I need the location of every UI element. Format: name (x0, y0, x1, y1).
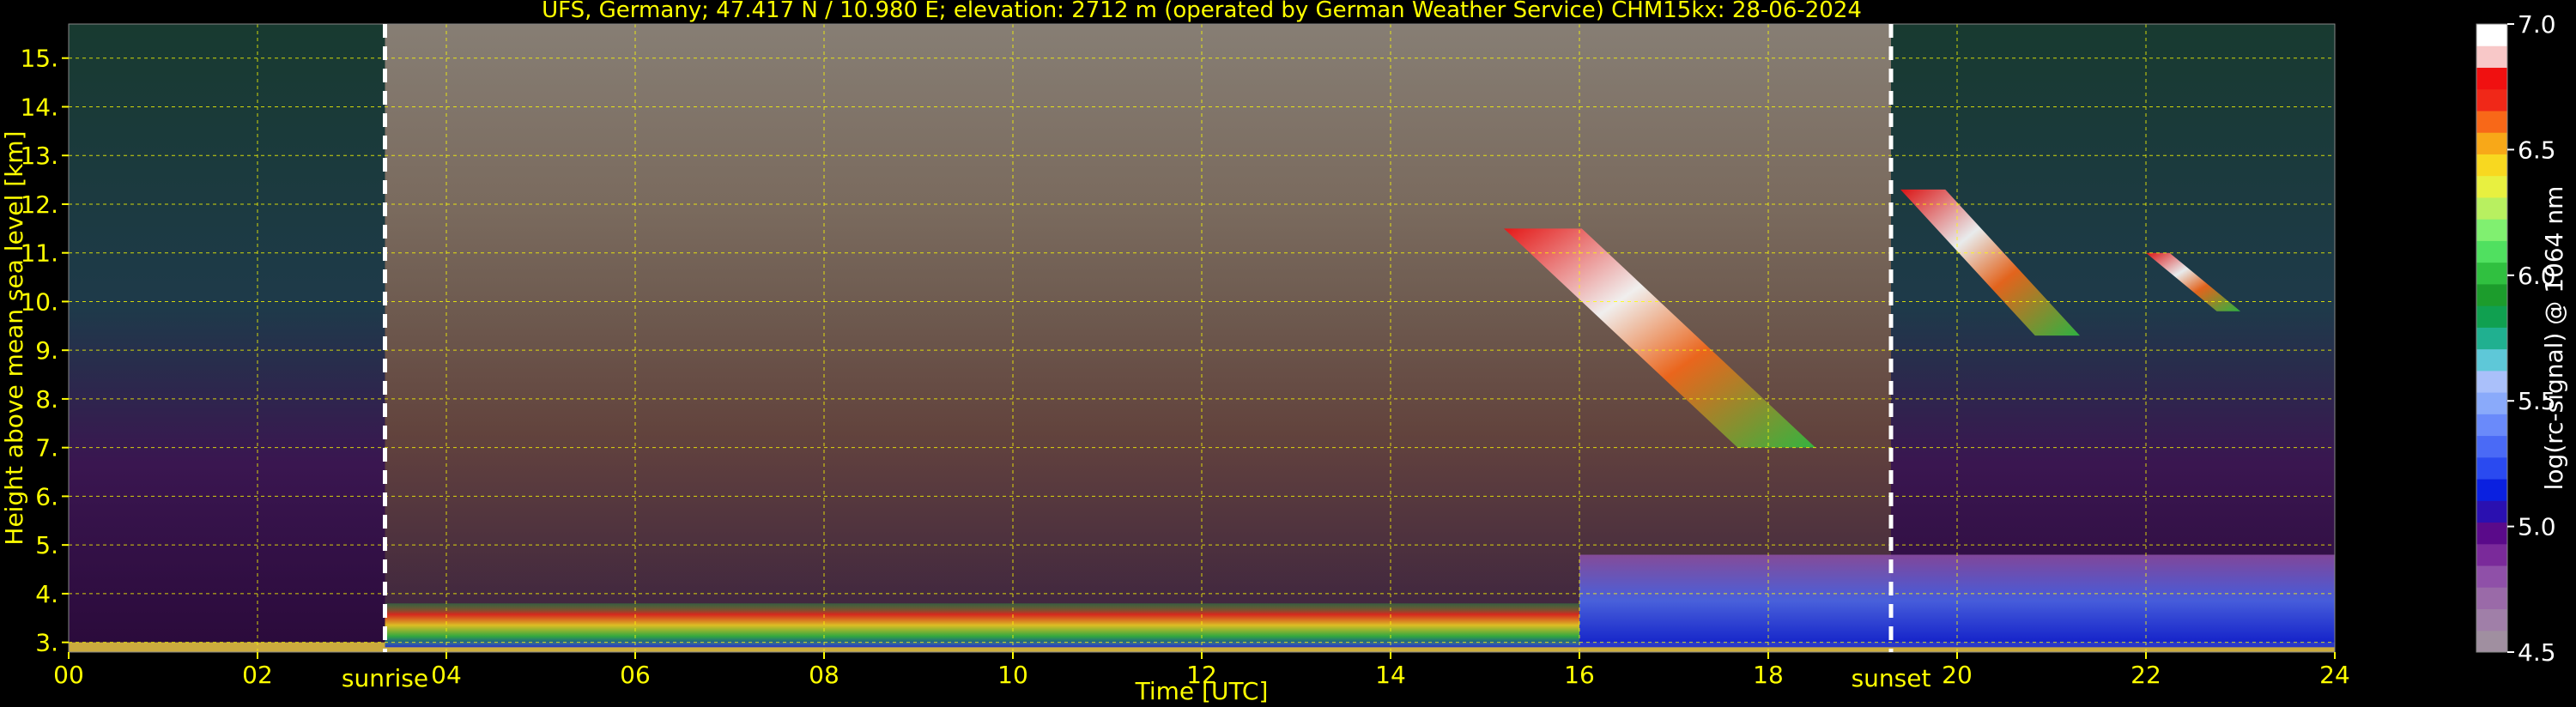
colorbar-segment (2476, 587, 2507, 610)
colorbar-segment (2476, 565, 2507, 588)
y-tick-label: 15. (20, 45, 58, 73)
y-tick-label: 6. (35, 482, 58, 511)
colorbar-segment (2476, 435, 2507, 458)
y-tick-label: 3. (35, 629, 58, 657)
colorbar-segment (2476, 543, 2507, 566)
chart-title: UFS, Germany; 47.417 N / 10.980 E; eleva… (542, 0, 1862, 23)
x-tick-label: 18 (1753, 661, 1784, 689)
sunset-label: sunset (1852, 664, 1931, 692)
colorbar-tick-label: 5.5 (2518, 387, 2556, 415)
colorbar-tick-label: 4.5 (2518, 638, 2556, 667)
colorbar-segment (2476, 456, 2507, 480)
colorbar-segment (2476, 370, 2507, 393)
plot-area (69, 24, 2335, 652)
colorbar-segment (2476, 500, 2507, 523)
colorbar-segment (2476, 24, 2507, 46)
colorbar-segment (2476, 196, 2507, 220)
colorbar-segment (2476, 522, 2507, 545)
colorbar-label: log(rc-signal) @ 1064 nm (2540, 186, 2568, 491)
colorbar-segment (2476, 219, 2507, 241)
y-tick-label: 4. (35, 580, 58, 608)
x-tick-label: 00 (53, 661, 84, 689)
colorbar-tick-label: 6.5 (2518, 136, 2556, 164)
y-tick-label: 7. (35, 434, 58, 462)
colorbar-segment (2476, 348, 2507, 372)
y-tick-label: 8. (35, 385, 58, 414)
colorbar-segment (2476, 608, 2507, 631)
colorbar-segment (2476, 262, 2507, 285)
x-axis-label: Time [UTC] (1135, 677, 1269, 705)
x-tick-label: 08 (809, 661, 839, 689)
colorbar-tick-label: 5.0 (2518, 513, 2556, 541)
x-tick-label: 02 (242, 661, 273, 689)
ceilometer-figure: sunrise sunset 00 02 04 06 08 10 12 14 16 18 20 22 24… (0, 0, 2576, 707)
x-tick-label: 20 (1942, 661, 1973, 689)
colorbar-segment (2476, 154, 2507, 177)
colorbar (2476, 23, 2508, 653)
sunrise-label: sunrise (342, 664, 428, 692)
x-tick-label: 16 (1564, 661, 1595, 689)
x-tick-label: 22 (2131, 661, 2161, 689)
colorbar-segment (2476, 110, 2507, 133)
y-tick-label: 14. (20, 93, 58, 121)
x-tick-label: 10 (997, 661, 1028, 689)
colorbar-segment (2476, 414, 2507, 437)
y-tick-label: 5. (35, 531, 58, 559)
colorbar-segment (2476, 67, 2507, 90)
colorbar-tick-label: 7.0 (2518, 10, 2556, 39)
colorbar-segment (2476, 240, 2507, 263)
colorbar-segment (2476, 45, 2507, 68)
colorbar-segment (2476, 175, 2507, 198)
colorbar-tick-label: 6.0 (2518, 262, 2556, 290)
colorbar-segment (2476, 305, 2507, 328)
x-tick-label: 24 (2319, 661, 2350, 689)
colorbar-segment (2476, 479, 2507, 501)
colorbar-segment (2476, 88, 2507, 112)
y-tick-label: 9. (35, 336, 58, 365)
chart: sunrise sunset 00 02 04 06 08 10 12 14 16 18 20 22 24… (0, 0, 2568, 705)
colorbar-segment (2476, 327, 2507, 350)
colorbar-segment (2476, 392, 2507, 414)
x-tick-label: 04 (431, 661, 462, 689)
colorbar-segment (2476, 132, 2507, 154)
colorbar-segment (2476, 283, 2507, 306)
y-axis-label: Height above mean sea level [km] (0, 130, 28, 545)
x-tick-label: 14 (1375, 661, 1406, 689)
x-tick-label: 06 (620, 661, 651, 689)
boundary-layer-layer (385, 603, 1579, 648)
colorbar-segment (2476, 630, 2507, 653)
